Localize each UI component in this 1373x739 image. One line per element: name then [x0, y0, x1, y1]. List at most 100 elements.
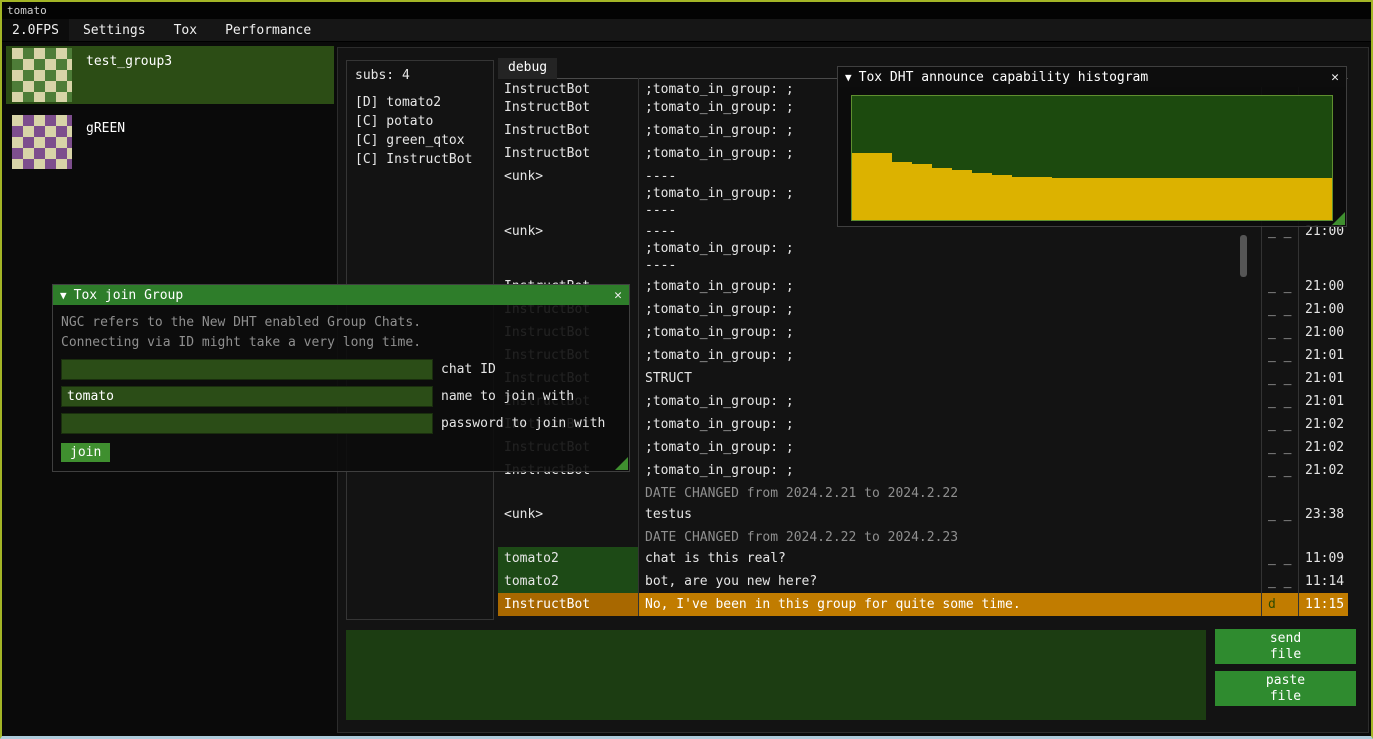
subscriber-green_qtox[interactable]: [C] green_qtox [355, 131, 485, 150]
message-text: chat is this real? [638, 547, 1261, 570]
subscriber-tomato2[interactable]: [D] tomato2 [355, 93, 485, 112]
message-time: 21:01 [1298, 390, 1348, 413]
message-scrollbar[interactable] [1240, 235, 1247, 277]
message-time: 21:02 [1298, 436, 1348, 459]
message-time [1298, 482, 1348, 503]
chat-row: <unk> ---- ;tomato_in_group: ; ---- _ _ … [498, 220, 1348, 275]
chat-row: tomato2 bot, are you new here? _ _ 11:14 [498, 570, 1348, 593]
message-status: _ _ [1261, 344, 1298, 367]
message-status: _ _ [1261, 413, 1298, 436]
message-text: ;tomato_in_group: ; [638, 298, 1261, 321]
join-button[interactable]: join [61, 443, 110, 462]
sidebar-item-green[interactable]: gREEN [6, 113, 334, 171]
message-text: ;tomato_in_group: ; [638, 321, 1261, 344]
join-password-input[interactable] [61, 413, 433, 434]
message-text: ;tomato_in_group: ; [638, 390, 1261, 413]
message-author: InstructBot [498, 142, 638, 165]
message-status: _ _ [1261, 547, 1298, 570]
message-status [1261, 526, 1298, 547]
app-window: tomato 2.0FPS Settings Tox Performance t… [0, 0, 1373, 739]
join-name-input[interactable] [61, 386, 433, 407]
ngc-info-line-1: NGC refers to the New DHT enabled Group … [61, 313, 621, 333]
window-title: Tox join Group [74, 288, 184, 303]
message-author: InstructBot [498, 78, 638, 96]
message-time: 21:02 [1298, 413, 1348, 436]
join-group-titlebar[interactable]: ▼ Tox join Group ✕ [53, 285, 629, 305]
message-status: _ _ [1261, 298, 1298, 321]
collapse-icon[interactable]: ▼ [845, 71, 852, 84]
message-author [498, 526, 638, 547]
message-text: ;tomato_in_group: ; [638, 413, 1261, 436]
message-time: 21:00 [1298, 220, 1348, 275]
date-changed-row: DATE CHANGED from 2024.2.21 to 2024.2.22 [498, 482, 1348, 503]
group-avatar-icon [12, 115, 72, 169]
date-changed-row: DATE CHANGED from 2024.2.22 to 2024.2.23 [498, 526, 1348, 547]
send-file-button[interactable]: send file [1215, 629, 1356, 664]
message-time [1298, 526, 1348, 547]
message-text: ;tomato_in_group: ; [638, 459, 1261, 482]
message-status: _ _ [1261, 275, 1298, 298]
os-titlebar: tomato [2, 2, 1371, 19]
message-status: _ _ [1261, 503, 1298, 526]
join-name-row: name to join with [61, 386, 621, 407]
dht-histogram-window: ▼ Tox DHT announce capability histogram … [837, 66, 1347, 227]
subs-count: subs: 4 [355, 68, 485, 83]
message-author: InstructBot [498, 593, 638, 616]
message-time: 21:00 [1298, 321, 1348, 344]
chat-id-input[interactable] [61, 359, 433, 380]
resize-grip[interactable] [1332, 212, 1345, 225]
message-text: STRUCT [638, 367, 1261, 390]
message-time: 21:01 [1298, 344, 1348, 367]
menu-tox[interactable]: Tox [160, 19, 211, 41]
group-sidebar: test_group3 gREEN [6, 46, 334, 180]
message-author: InstructBot [498, 96, 638, 119]
message-time: 21:01 [1298, 367, 1348, 390]
message-text: bot, are you new here? [638, 570, 1261, 593]
join-group-window: ▼ Tox join Group ✕ NGC refers to the New… [52, 284, 630, 472]
menu-bar: 2.0FPS Settings Tox Performance [2, 19, 1371, 42]
message-status: _ _ [1261, 220, 1298, 275]
date-changed-text: DATE CHANGED from 2024.2.21 to 2024.2.22 [638, 482, 1261, 503]
collapse-icon[interactable]: ▼ [60, 289, 67, 302]
date-changed-text: DATE CHANGED from 2024.2.22 to 2024.2.23 [638, 526, 1261, 547]
sidebar-item-test_group3[interactable]: test_group3 [6, 46, 334, 104]
message-text: ;tomato_in_group: ; [638, 344, 1261, 367]
join-password-row: password to join with [61, 413, 621, 434]
chat-row: tomato2 chat is this real? _ _ 11:09 [498, 547, 1348, 570]
close-icon[interactable]: ✕ [614, 288, 622, 303]
resize-grip[interactable] [615, 457, 628, 470]
menu-performance[interactable]: Performance [211, 19, 325, 41]
dht-histogram-titlebar[interactable]: ▼ Tox DHT announce capability histogram … [838, 67, 1346, 87]
subscriber-instructbot[interactable]: [C] InstructBot [355, 150, 485, 169]
message-status: _ _ [1261, 321, 1298, 344]
menu-settings[interactable]: Settings [69, 19, 160, 41]
message-author: InstructBot [498, 119, 638, 142]
close-icon[interactable]: ✕ [1331, 70, 1339, 85]
message-author: tomato2 [498, 570, 638, 593]
paste-file-button[interactable]: paste file [1215, 671, 1356, 706]
fps-indicator: 2.0FPS [2, 19, 69, 41]
chat-row-highlighted: InstructBot No, I've been in this group … [498, 593, 1348, 616]
message-status [1261, 482, 1298, 503]
tab-debug[interactable]: debug [498, 58, 557, 79]
dht-histogram-plot [851, 95, 1333, 221]
message-author: <unk> [498, 503, 638, 526]
message-author [498, 482, 638, 503]
join-name-label: name to join with [433, 389, 574, 404]
window-title: Tox DHT announce capability histogram [859, 70, 1149, 85]
message-input[interactable] [346, 630, 1206, 720]
message-author: tomato2 [498, 547, 638, 570]
message-time: 23:38 [1298, 503, 1348, 526]
message-time: 21:00 [1298, 275, 1348, 298]
message-text: No, I've been in this group for quite so… [638, 593, 1261, 616]
message-author: <unk> [498, 165, 638, 220]
message-time: 11:09 [1298, 547, 1348, 570]
subscriber-potato[interactable]: [C] potato [355, 112, 485, 131]
message-time: 21:00 [1298, 298, 1348, 321]
group-label: test_group3 [78, 46, 180, 77]
join-password-label: password to join with [433, 416, 605, 431]
chat-row: <unk> testus _ _ 23:38 [498, 503, 1348, 526]
message-status: _ _ [1261, 436, 1298, 459]
window-title: tomato [7, 4, 47, 17]
file-buttons: send file paste file [1215, 629, 1356, 713]
